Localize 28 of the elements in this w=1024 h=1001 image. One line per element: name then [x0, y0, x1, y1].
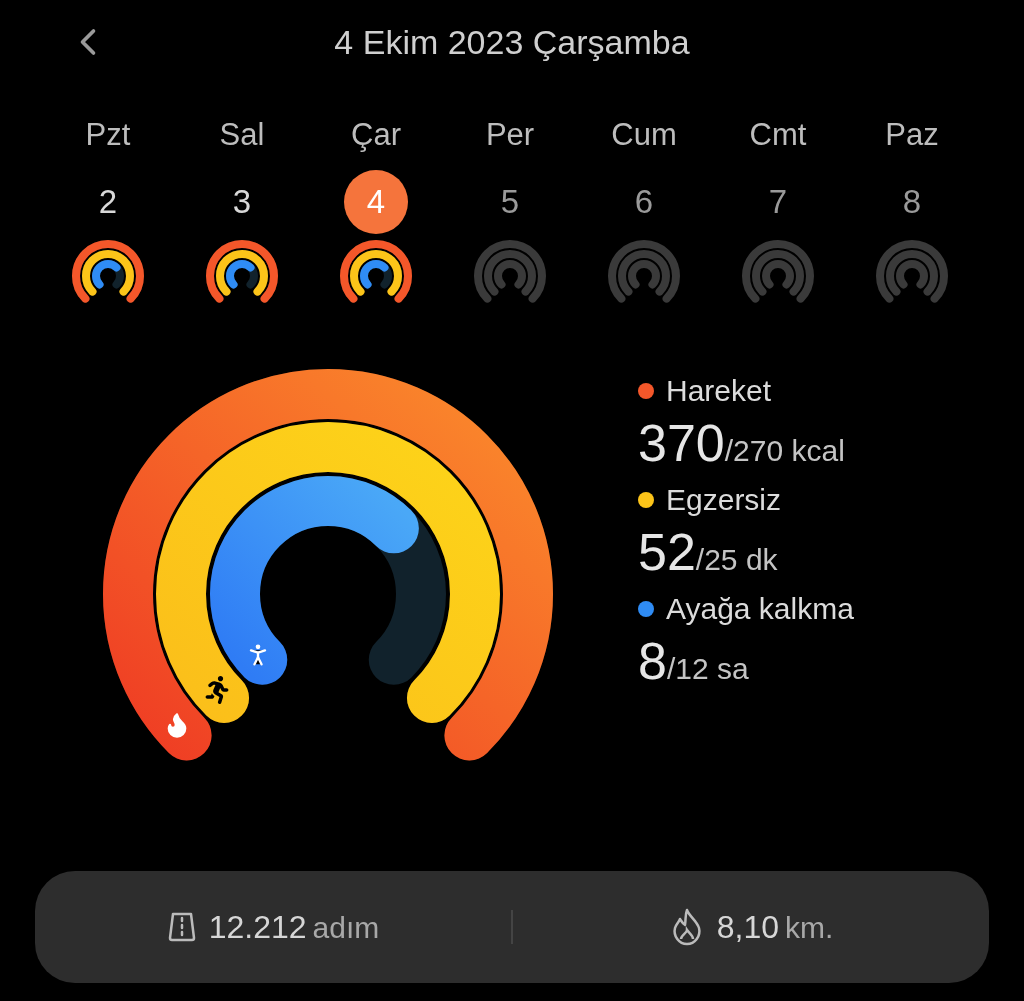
day-name: Cum	[611, 116, 677, 154]
summary-value: 12.212	[208, 908, 307, 947]
day-name: Çar	[351, 116, 401, 154]
day-name: Per	[485, 116, 535, 154]
summary-unit: km.	[784, 909, 834, 946]
page-title: 4 Ekim 2023 Çarşamba	[334, 21, 690, 63]
day-name: Pzt	[85, 116, 131, 154]
day-name: Cmt	[749, 116, 807, 154]
day-name: Sal	[219, 116, 265, 154]
day-number[interactable]: 7	[746, 170, 810, 234]
metric-label: Ayağa kalkma	[666, 591, 854, 627]
metric-goal: /270 kcal	[724, 436, 845, 466]
metric-value: 8	[638, 635, 667, 687]
metric-value: 370	[638, 417, 725, 469]
metric-goal: /25 dk	[695, 545, 778, 575]
metric-value: 52	[638, 526, 696, 578]
summary-value: 8,10	[716, 908, 779, 947]
day-number[interactable]: 3	[210, 170, 274, 234]
metric-label: Egzersiz	[666, 482, 782, 518]
road-icon	[166, 911, 197, 943]
day-number[interactable]: 8	[880, 170, 944, 234]
summary-unit: adım	[312, 909, 380, 946]
day-number[interactable]: 5	[478, 170, 542, 234]
metric-label: Hareket	[666, 373, 772, 409]
day-number[interactable]: 2	[76, 170, 140, 234]
day-number[interactable]: 6	[612, 170, 676, 234]
day-name: Paz	[885, 116, 939, 154]
metric-goal: /12 sa	[666, 654, 749, 684]
